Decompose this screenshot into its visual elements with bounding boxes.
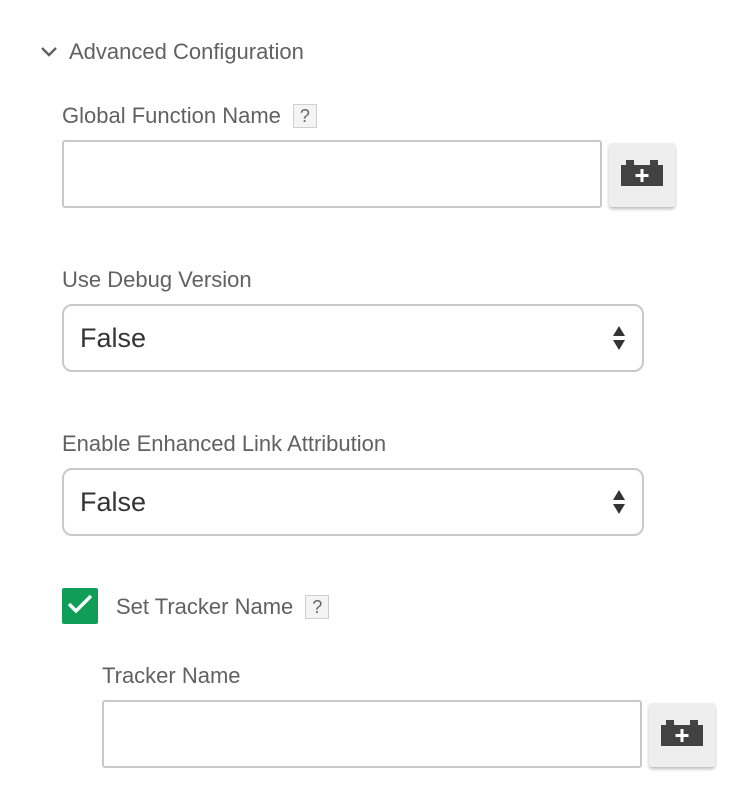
enhanced-link-attribution-label-text: Enable Enhanced Link Attribution <box>62 431 387 456</box>
set-tracker-name-label: Set Tracker Name ? <box>116 591 330 623</box>
use-debug-version-label-text: Use Debug Version <box>62 267 252 292</box>
set-tracker-name-checkbox[interactable] <box>62 588 98 624</box>
tracker-name-label: Tracker Name <box>102 660 241 692</box>
global-function-name-variable-button[interactable] <box>609 143 675 207</box>
sort-arrows-icon <box>612 488 626 516</box>
help-icon[interactable]: ? <box>305 595 330 619</box>
global-function-name-label-text: Global Function Name <box>62 103 281 128</box>
set-tracker-name-label-text[interactable]: Set Tracker Name <box>116 594 293 620</box>
sort-arrows-icon <box>612 324 626 352</box>
chevron-down-icon <box>38 41 60 63</box>
tracker-name-variable-button[interactable] <box>649 703 715 767</box>
tracker-name-label-text: Tracker Name <box>102 663 241 688</box>
add-variable-icon <box>661 719 703 751</box>
section-title: Advanced Configuration <box>69 39 304 64</box>
use-debug-version-value: False <box>80 322 147 353</box>
help-icon[interactable]: ? <box>292 104 317 128</box>
checkmark-icon <box>67 594 93 619</box>
use-debug-version-label: Use Debug Version <box>62 264 252 296</box>
use-debug-version-select[interactable]: False <box>62 304 644 372</box>
global-function-name-input[interactable] <box>62 140 602 208</box>
enhanced-link-attribution-value: False <box>80 486 147 517</box>
global-function-name-label: Global Function Name ? <box>62 100 317 132</box>
advanced-configuration-toggle[interactable]: Advanced Configuration <box>38 34 304 70</box>
enhanced-link-attribution-select[interactable]: False <box>62 468 644 536</box>
enhanced-link-attribution-label: Enable Enhanced Link Attribution <box>62 428 386 460</box>
add-variable-icon <box>621 159 663 191</box>
tracker-name-input[interactable] <box>102 700 642 768</box>
